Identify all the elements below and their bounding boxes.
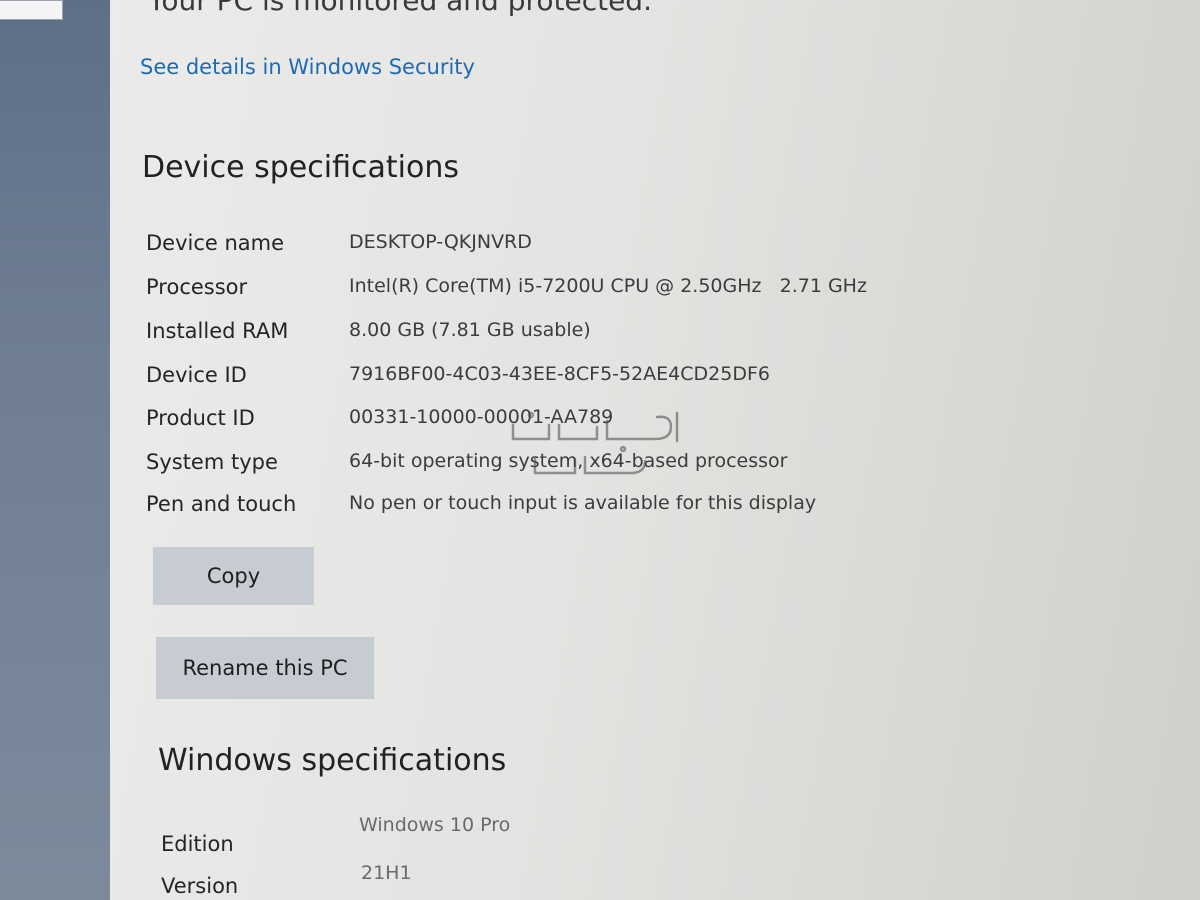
spec-row-pen-and-touch: Pen and touch No pen or touch input is a… (146, 492, 946, 522)
spec-label: Processor (146, 275, 248, 299)
spec-value: 7916BF00-4C03-43EE-8CF5-52AE4CD25DF6 (349, 363, 770, 385)
spec-value-edition: Windows 10 Pro (359, 814, 511, 836)
spec-label: Pen and touch (146, 492, 297, 516)
spec-value: 8.00 GB (7.81 GB usable) (349, 319, 591, 341)
spec-row-processor: Processor Intel(R) Core(TM) i5-7200U CPU… (146, 275, 946, 305)
protection-status-text: Your PC is monitored and protected. (148, 0, 652, 17)
spec-value: DESKTOP-QKJNVRD (349, 231, 532, 253)
spec-label: Installed RAM (146, 319, 289, 343)
spec-label: Device ID (146, 363, 247, 387)
spec-label-edition: Edition (161, 832, 234, 856)
settings-sidebar (0, 0, 110, 900)
spec-label: Product ID (146, 406, 255, 430)
copy-button[interactable]: Copy (153, 547, 314, 605)
spec-label: Device name (146, 231, 285, 255)
spec-value-version: 21H1 (361, 862, 412, 884)
windows-specifications-heading: Windows specifications (158, 743, 507, 778)
spec-value: No pen or touch input is available for t… (349, 492, 817, 514)
about-page-content: Your PC is monitored and protected. See … (110, 0, 1200, 900)
spec-label: System type (146, 450, 278, 474)
spec-row-device-id: Device ID 7916BF00-4C03-43EE-8CF5-52AE4C… (146, 363, 946, 393)
sidebar-selected-item[interactable] (0, 0, 63, 20)
spec-label-version: Version (161, 874, 239, 898)
device-specifications-heading: Device specifications (142, 150, 459, 185)
spec-value: Intel(R) Core(TM) i5-7200U CPU @ 2.50GHz… (349, 275, 867, 297)
spec-row-installed-ram: Installed RAM 8.00 GB (7.81 GB usable) (146, 319, 946, 349)
spec-row-device-name: Device name DESKTOP-QKJNVRD (146, 231, 946, 261)
rename-pc-button[interactable]: Rename this PC (156, 637, 374, 699)
watermark-logo (511, 411, 679, 475)
windows-security-link[interactable]: See details in Windows Security (140, 55, 475, 79)
